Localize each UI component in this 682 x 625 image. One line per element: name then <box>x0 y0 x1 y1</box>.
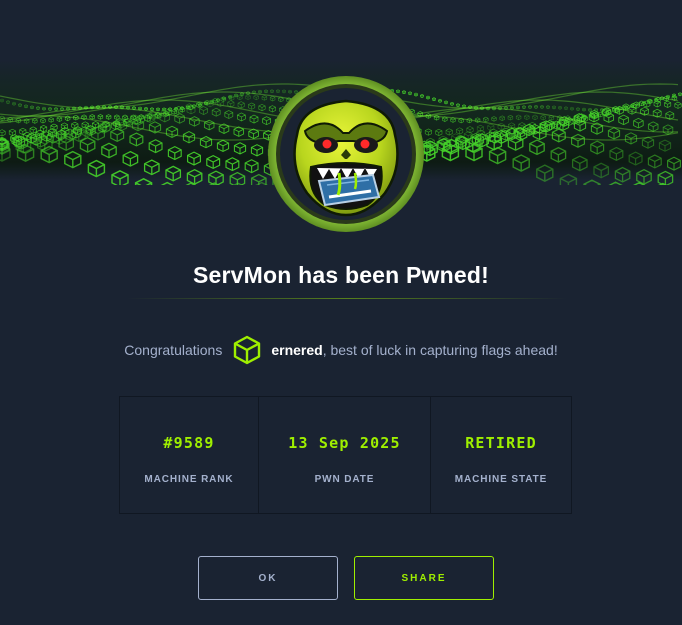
stat-machine-rank: #9589 MACHINE RANK <box>120 397 259 513</box>
congratulations-message: Congratulations ernered , best of luck i… <box>0 333 682 367</box>
share-button[interactable]: SHARE <box>354 556 494 600</box>
stat-pwn-date: 13 Sep 2025 PWN DATE <box>259 397 431 513</box>
title-divider <box>127 298 567 299</box>
machine-rank-value: #9589 <box>163 434 215 452</box>
hexagon-cube-icon <box>231 334 263 366</box>
machine-state-label: MACHINE STATE <box>454 474 548 485</box>
ok-button[interactable]: OK <box>198 556 338 600</box>
username: ernered <box>271 342 323 358</box>
pwn-date-value: 13 Sep 2025 <box>288 434 401 452</box>
pwn-date-label: PWN DATE <box>314 474 375 485</box>
machine-rank-label: MACHINE RANK <box>144 474 234 485</box>
modal-title: ServMon has been Pwned! <box>193 262 489 288</box>
machine-avatar <box>267 75 425 233</box>
stat-machine-state: RETIRED MACHINE STATE <box>431 397 571 513</box>
monster-face-icon <box>268 76 424 232</box>
machine-stats: #9589 MACHINE RANK 13 Sep 2025 PWN DATE … <box>119 396 572 514</box>
congrats-prefix: Congratulations <box>124 342 223 358</box>
machine-state-value: RETIRED <box>465 434 537 452</box>
congrats-suffix: , best of luck in capturing flags ahead! <box>322 342 558 358</box>
